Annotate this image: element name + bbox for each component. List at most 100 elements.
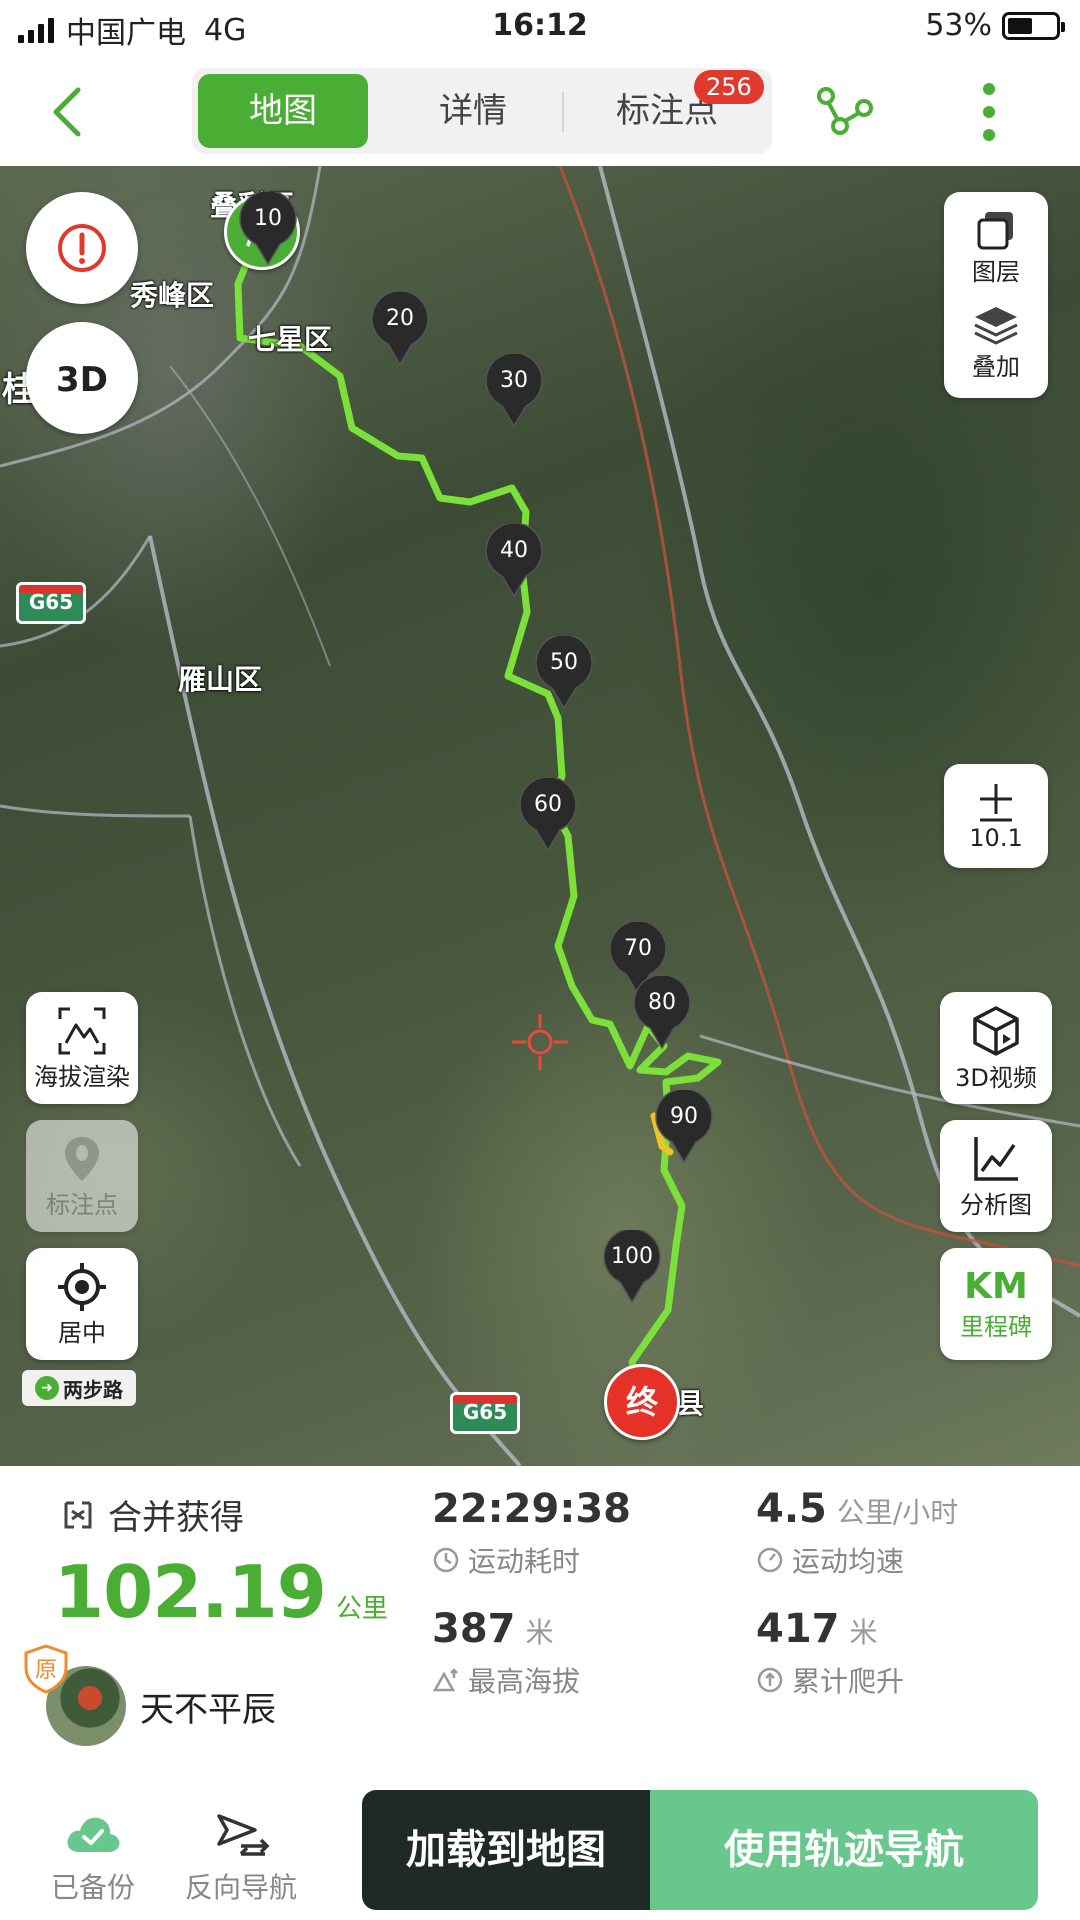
duration-label: 运动耗时: [468, 1545, 581, 1578]
km-marker-label: 90: [670, 1104, 698, 1129]
km-marker[interactable]: 10: [238, 190, 298, 266]
avg-speed-value: 4.5: [756, 1486, 827, 1532]
track-stats: 合并获得 102.19 公里 原 天不平辰 22:29:38 运动耗时 4.5 公…: [0, 1466, 1080, 1786]
speedometer-icon: [757, 1547, 783, 1573]
username[interactable]: 天不平辰: [140, 1682, 276, 1731]
km-marker[interactable]: 90: [654, 1088, 714, 1164]
total-climb-value: 417: [756, 1606, 840, 1652]
km-marker-label: 20: [386, 306, 414, 331]
km-marker-label: 50: [550, 650, 578, 675]
layers-label: 图层: [972, 258, 1020, 286]
place-label: 秀峰区: [130, 279, 215, 312]
line-chart-icon: [974, 1136, 1018, 1181]
footprint-pin-icon: [65, 1136, 99, 1181]
chevron-left-icon: [53, 87, 81, 137]
node-branch-icon: [817, 87, 873, 135]
route-end-marker[interactable]: 终: [604, 1364, 680, 1440]
center-label: 居中: [58, 1318, 106, 1347]
more-vertical-icon: [983, 83, 995, 141]
svg-text:3D: 3D: [56, 360, 108, 400]
waypoint-count-badge: 256: [694, 70, 764, 104]
merged-label: 合并获得: [108, 1498, 244, 1538]
layers-stack-icon: [977, 212, 1013, 250]
3d-icon: 3D: [56, 360, 108, 400]
km-marker[interactable]: 60: [518, 776, 578, 852]
clock-icon: [433, 1547, 459, 1573]
distance-unit: 公里: [335, 1594, 388, 1624]
place-label: 雁山区: [178, 663, 263, 696]
view-tabs: 地图 详情 标注点 256: [192, 68, 772, 154]
max-altitude-value: 387: [432, 1606, 516, 1652]
zoom-button[interactable]: 10.1: [944, 764, 1048, 868]
avatar[interactable]: 原: [24, 1644, 126, 1746]
total-climb-metric: 417 米 累计爬升: [756, 1606, 904, 1700]
3d-video-label: 3D视频: [955, 1063, 1037, 1092]
mountain-peak-icon: [432, 1668, 458, 1692]
track-author[interactable]: 原 天不平辰: [24, 1644, 276, 1746]
analysis-chart-button[interactable]: 分析图: [940, 1120, 1052, 1232]
overlay-button[interactable]: 叠加: [971, 303, 1021, 382]
map-view[interactable]: 叠彩区 秀峰区 七星区 桂林 雁山区 阳朔县 G65 G65 起 终 10203…: [0, 166, 1080, 1466]
avg-speed-metric: 4.5 公里/小时 运动均速: [756, 1486, 958, 1580]
distance-value: 102.19: [54, 1550, 327, 1634]
duration-value: 22:29:38: [432, 1486, 631, 1532]
map-crosshair-icon: [512, 1014, 568, 1070]
reverse-arrows-icon: [217, 1814, 270, 1856]
layers-panel: 图层 叠加: [944, 192, 1048, 398]
milestone-label: 里程碑: [960, 1313, 1032, 1341]
highway-shield: G65: [450, 1392, 520, 1434]
battery-icon: [1002, 11, 1065, 40]
km-marker[interactable]: 20: [370, 290, 430, 366]
alert-circle-icon: [58, 224, 106, 272]
analysis-label: 分析图: [960, 1190, 1032, 1219]
arrow-up-circle-icon: [757, 1667, 783, 1693]
warning-button[interactable]: [26, 192, 138, 304]
top-nav: 地图 详情 标注点 256: [0, 58, 1080, 166]
more-options-button[interactable]: [974, 80, 1004, 144]
km-marker[interactable]: 30: [484, 352, 544, 428]
original-badge-icon: 原: [24, 1644, 68, 1694]
status-right: 53%: [925, 8, 1065, 43]
duration-metric: 22:29:38 运动耗时: [432, 1486, 631, 1580]
place-label: 七星区: [248, 323, 333, 356]
km-marker[interactable]: 50: [534, 634, 594, 710]
track-navigation-button[interactable]: 使用轨迹导航: [650, 1790, 1038, 1910]
3d-video-button[interactable]: 3D视频: [940, 992, 1052, 1104]
center-location-button[interactable]: 居中: [26, 1248, 138, 1360]
merge-icon: [64, 1501, 92, 1528]
km-marker-label: 40: [500, 538, 528, 563]
waypoints-toggle-button[interactable]: 标注点: [26, 1120, 138, 1232]
km-marker[interactable]: 80: [632, 974, 692, 1050]
overlay-label: 叠加: [972, 353, 1020, 381]
app-logo-icon: ➜: [35, 1376, 59, 1400]
backup-status-button[interactable]: 已备份: [28, 1806, 158, 1906]
milestone-button[interactable]: KM 里程碑: [940, 1248, 1052, 1360]
track-share-button[interactable]: [814, 80, 876, 142]
back-button[interactable]: [40, 82, 100, 142]
3d-toggle-button[interactable]: 3D: [26, 322, 138, 434]
tab-details[interactable]: 详情: [388, 74, 558, 148]
elevation-render-button[interactable]: 海拔渲染: [26, 992, 138, 1104]
plus-icon: [980, 784, 1012, 822]
tab-divider: [562, 92, 564, 132]
cloud-check-icon: [67, 1817, 120, 1852]
avg-speed-unit: 公里/小时: [836, 1496, 959, 1529]
merged-source: 合并获得: [62, 1490, 244, 1539]
reverse-nav-label: 反向导航: [184, 1871, 297, 1904]
max-altitude-unit: 米: [525, 1616, 554, 1649]
overlay-stack-icon: [974, 307, 1018, 345]
km-icon: KM: [964, 1266, 1028, 1307]
watermark-text: 两步路: [63, 1377, 123, 1402]
bottom-action-bar: 已备份 反向导航 加载到地图 使用轨迹导航: [0, 1786, 1080, 1920]
backup-label: 已备份: [50, 1871, 135, 1904]
locate-icon: [58, 1262, 106, 1311]
max-altitude-metric: 387 米 最高海拔: [432, 1606, 580, 1700]
tab-map[interactable]: 地图: [198, 74, 368, 148]
km-marker[interactable]: 40: [484, 522, 544, 598]
reverse-navigation-button[interactable]: 反向导航: [176, 1806, 306, 1906]
layers-button[interactable]: 图层: [972, 208, 1020, 287]
waypoints-toggle-label: 标注点: [46, 1190, 118, 1219]
zoom-level: 10.1: [969, 824, 1023, 852]
load-to-map-button[interactable]: 加载到地图: [362, 1790, 650, 1910]
km-marker[interactable]: 100: [602, 1228, 662, 1304]
